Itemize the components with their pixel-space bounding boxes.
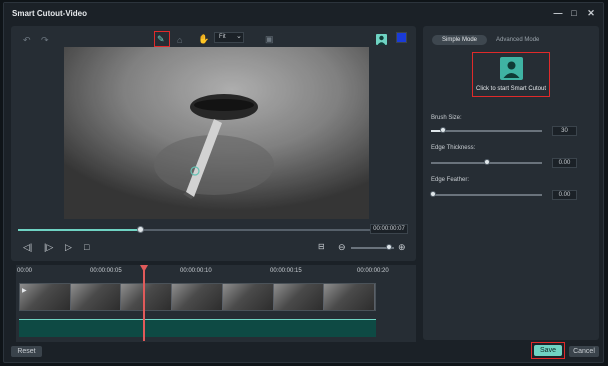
- smart-cutout-window: Smart Cutout-Video — □ ✕ ↶ ↷ ✎ ⌂ ✋ Fit ⌄…: [3, 2, 604, 363]
- tab-label: Simple Mode: [441, 37, 477, 43]
- background-color-swatch[interactable]: [396, 32, 407, 43]
- clip-thumbnail: [20, 284, 71, 310]
- settings-panel: Simple Mode Advanced Mode Click to start…: [423, 26, 599, 340]
- hand-icon[interactable]: ✋: [198, 33, 209, 45]
- timecode-display: 00:00:00:07: [370, 224, 408, 234]
- video-preview: [64, 47, 369, 219]
- edge-feather-label: Edge Feather:: [431, 177, 470, 183]
- person-cutout-icon: [500, 57, 523, 80]
- play-icon[interactable]: ▷: [65, 242, 72, 252]
- clip-thumbnail: [121, 284, 173, 310]
- window-title: Smart Cutout-Video: [12, 9, 87, 18]
- edge-thickness-handle[interactable]: [484, 159, 490, 165]
- undo-icon[interactable]: ↶: [23, 34, 31, 46]
- start-smart-cutout-button[interactable]: Click to start Smart Cutout: [472, 52, 550, 97]
- edge-thickness-value[interactable]: 0.00: [552, 158, 577, 168]
- video-frame-image: [64, 47, 369, 219]
- reset-button[interactable]: Reset: [11, 346, 42, 357]
- fit-timeline-icon[interactable]: ⊟: [318, 242, 325, 252]
- tab-advanced-mode[interactable]: Advanced Mode: [496, 37, 539, 43]
- ruler-label: 00:00:00:15: [270, 268, 302, 274]
- clip-thumbnail: [222, 284, 274, 310]
- redo-icon[interactable]: ↷: [41, 34, 49, 46]
- tab-simple-mode[interactable]: Simple Mode: [432, 35, 487, 45]
- title-bar: Smart Cutout-Video — □ ✕: [4, 3, 603, 23]
- brush-size-handle[interactable]: [440, 127, 446, 133]
- video-clip-icon: ▶: [22, 288, 27, 294]
- ruler-label: 00:00:00:05: [90, 268, 122, 274]
- edge-feather-handle[interactable]: [430, 191, 436, 197]
- chevron-down-icon: ⌄: [236, 33, 242, 40]
- cancel-button[interactable]: Cancel: [569, 346, 599, 357]
- clip-thumbnail: [324, 284, 376, 310]
- clip-thumbnail: [172, 284, 223, 310]
- playback-progress-bar[interactable]: [18, 226, 370, 233]
- maximize-icon[interactable]: □: [567, 6, 581, 20]
- preview-panel: ↶ ↷ ✎ ⌂ ✋ Fit ⌄ ▣ 00:00:00:07 ◁| |▷ ▷ □ …: [11, 26, 416, 261]
- previous-frame-icon[interactable]: ◁|: [23, 242, 32, 252]
- video-clip-track[interactable]: [19, 283, 376, 311]
- brush-size-label: Brush Size:: [431, 115, 462, 121]
- ruler-label: 00:00: [17, 268, 33, 274]
- brush-size-slider[interactable]: [431, 130, 542, 132]
- brush-icon: ✎: [157, 34, 165, 44]
- smart-brush-button[interactable]: ✎: [154, 31, 170, 47]
- playhead-handle[interactable]: [140, 265, 148, 272]
- edge-thickness-label: Edge Thickness:: [431, 145, 476, 151]
- ruler-label: 00:00:00:20: [357, 268, 389, 274]
- next-frame-icon[interactable]: |▷: [44, 242, 53, 252]
- clip-thumbnail: [273, 284, 325, 310]
- edge-feather-value[interactable]: 0.00: [552, 190, 577, 200]
- save-button-highlight: Save: [531, 342, 565, 359]
- minimize-icon[interactable]: —: [551, 6, 565, 20]
- playhead[interactable]: [143, 269, 145, 341]
- stop-icon[interactable]: □: [84, 242, 89, 252]
- brush-size-value[interactable]: 30: [552, 126, 577, 136]
- progress-fill: [18, 229, 142, 231]
- ruler-label: 00:00:00:10: [180, 268, 212, 274]
- zoom-in-icon[interactable]: ⊕: [398, 242, 406, 252]
- close-icon[interactable]: ✕: [584, 6, 598, 20]
- timeline-zoom-handle[interactable]: [386, 244, 392, 250]
- timeline-panel: 00:00 00:00:00:05 00:00:00:10 00:00:00:1…: [16, 265, 416, 342]
- mask-track[interactable]: [19, 319, 376, 337]
- zoom-out-icon[interactable]: ⊖: [338, 242, 346, 252]
- start-smart-cutout-label: Click to start Smart Cutout: [475, 86, 547, 92]
- compare-icon[interactable]: ▣: [265, 33, 274, 45]
- clip-thumbnail: [70, 284, 122, 310]
- show-mask-button[interactable]: [376, 32, 387, 45]
- progress-handle[interactable]: [137, 226, 145, 233]
- zoom-select[interactable]: Fit ⌄: [214, 32, 244, 43]
- eraser-icon[interactable]: ⌂: [177, 34, 182, 46]
- zoom-value: Fit: [219, 34, 226, 40]
- save-button[interactable]: Save: [534, 345, 562, 356]
- edge-feather-slider[interactable]: [431, 194, 542, 196]
- person-mask-icon: [376, 34, 387, 45]
